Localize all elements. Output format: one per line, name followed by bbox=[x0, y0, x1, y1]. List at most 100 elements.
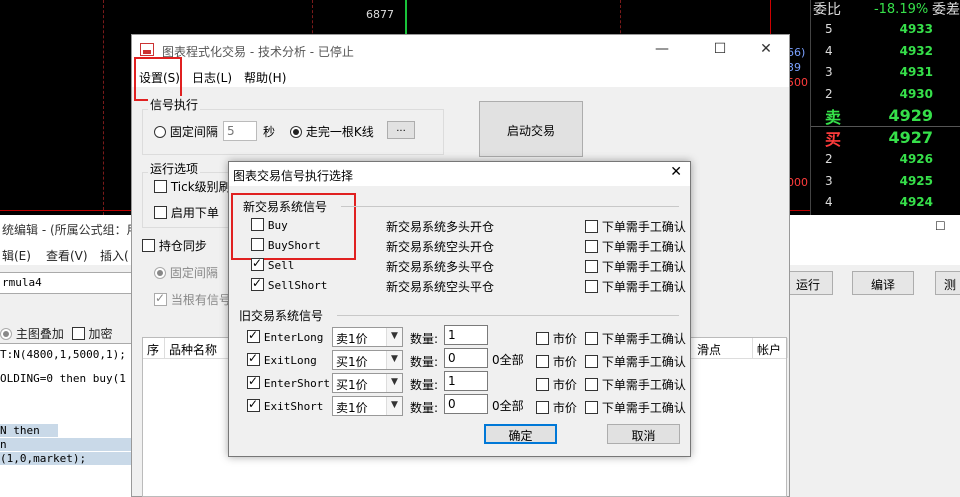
enterlong-checkbox[interactable] bbox=[247, 328, 260, 343]
bid-price: 4927 bbox=[888, 128, 933, 148]
manual-confirm-checkbox[interactable] bbox=[585, 240, 598, 253]
run-button[interactable]: 运行 bbox=[783, 271, 833, 295]
manual-confirm-option[interactable]: 下单需手工确认 bbox=[585, 238, 686, 255]
position-sync-option[interactable]: 持仓同步 bbox=[142, 237, 207, 254]
ask-price: 4931 bbox=[899, 65, 933, 80]
order-ratio-label: 委比 bbox=[813, 2, 841, 18]
close-icon[interactable]: ✕ bbox=[756, 41, 776, 57]
old-signals-label: 旧交易系统信号 bbox=[239, 309, 324, 323]
qty-label: 数量: bbox=[410, 401, 439, 415]
manual-confirm-option[interactable]: 下单需手工确认 bbox=[585, 399, 686, 416]
cancel-button[interactable]: 取消 bbox=[607, 424, 680, 444]
exitlong-qty-input[interactable]: 0 bbox=[444, 348, 488, 368]
manual-confirm-checkbox[interactable] bbox=[585, 220, 598, 233]
current-signal-option[interactable]: 当根有信号 bbox=[154, 291, 231, 308]
signal-buyshort-option[interactable]: BuyShort bbox=[251, 238, 321, 252]
maximize-icon[interactable]: ☐ bbox=[935, 219, 946, 233]
current-signal-label: 当根有信号 bbox=[170, 293, 231, 307]
ok-button[interactable]: 确定 bbox=[484, 424, 557, 444]
manual-confirm-checkbox[interactable] bbox=[585, 378, 598, 391]
manual-confirm-option[interactable]: 下单需手工确认 bbox=[585, 278, 686, 295]
order-book-panel: 委比 -18.19% 委差 5 4933 4 4932 3 4931 2 4930 卖 4… bbox=[810, 0, 960, 231]
section-divider bbox=[337, 315, 679, 316]
signal-sellshort-option[interactable]: SellShort bbox=[251, 276, 327, 292]
enable-order-option[interactable]: 启用下单 bbox=[154, 204, 219, 221]
market-price-checkbox[interactable] bbox=[536, 355, 549, 368]
manual-confirm-checkbox[interactable] bbox=[585, 355, 598, 368]
exitshort-option[interactable]: ExitShort bbox=[247, 397, 324, 413]
exitlong-option[interactable]: ExitLong bbox=[247, 351, 317, 367]
exitshort-price-select[interactable]: 卖1价 ▼ bbox=[332, 396, 403, 416]
current-signal-checkbox[interactable] bbox=[154, 291, 167, 306]
tick-level-option[interactable]: Tick级别刷 bbox=[154, 178, 231, 195]
bid-row: 4 4924 bbox=[811, 192, 960, 214]
manual-confirm-option[interactable]: 下单需手工确认 bbox=[585, 353, 686, 370]
manual-confirm-checkbox[interactable] bbox=[585, 332, 598, 345]
market-price-option[interactable]: 市价 bbox=[536, 330, 577, 347]
fixed-interval-option[interactable]: 固定间隔 bbox=[154, 123, 218, 140]
enable-order-checkbox[interactable] bbox=[154, 206, 167, 219]
entershort-checkbox[interactable] bbox=[247, 374, 260, 389]
market-price-option[interactable]: 市价 bbox=[536, 376, 577, 393]
sync-interval-radio[interactable] bbox=[154, 267, 166, 279]
market-price-checkbox[interactable] bbox=[536, 332, 549, 345]
enterlong-qty-input[interactable]: 1 bbox=[444, 325, 488, 345]
editor-menu-insert[interactable]: 插入( bbox=[100, 247, 129, 264]
encrypt-label: 加密 bbox=[88, 327, 113, 341]
market-price-option[interactable]: 市价 bbox=[536, 353, 577, 370]
market-price-checkbox[interactable] bbox=[536, 378, 549, 391]
signal-buyshort-checkbox[interactable] bbox=[251, 238, 264, 251]
test-button[interactable]: 测 bbox=[935, 271, 960, 295]
entershort-qty-input[interactable]: 1 bbox=[444, 371, 488, 391]
compile-button[interactable]: 编译 bbox=[852, 271, 914, 295]
manual-confirm-option[interactable]: 下单需手工确认 bbox=[585, 376, 686, 393]
minimize-icon[interactable]: — bbox=[652, 41, 672, 57]
after-kline-option[interactable]: 走完一根K线 bbox=[290, 123, 374, 140]
menu-help[interactable]: 帮助(H) bbox=[244, 69, 286, 86]
editor-menu-view[interactable]: 查看(V) bbox=[46, 247, 88, 264]
bid-row: 3 4925 bbox=[811, 170, 960, 192]
start-trading-button[interactable]: 启动交易 bbox=[479, 101, 583, 157]
exitshort-label: ExitShort bbox=[263, 400, 324, 413]
maximize-icon[interactable]: ☐ bbox=[710, 41, 730, 57]
signal-buy-option[interactable]: Buy bbox=[251, 218, 288, 232]
fixed-interval-radio[interactable] bbox=[154, 126, 166, 138]
formula-name-input[interactable]: rmula4 bbox=[0, 272, 132, 294]
exitlong-checkbox[interactable] bbox=[247, 351, 260, 366]
ask-level: 5 bbox=[825, 21, 833, 36]
entershort-price-select[interactable]: 买1价 ▼ bbox=[332, 373, 403, 393]
entershort-option[interactable]: EnterShort bbox=[247, 374, 330, 390]
manual-confirm-label: 下单需手工确认 bbox=[601, 332, 686, 346]
manual-confirm-label: 下单需手工确认 bbox=[601, 401, 686, 415]
manual-confirm-checkbox[interactable] bbox=[585, 280, 598, 293]
tick-level-checkbox[interactable] bbox=[154, 180, 167, 193]
signal-buy-checkbox[interactable] bbox=[251, 218, 264, 231]
after-kline-radio[interactable] bbox=[290, 126, 302, 138]
exitshort-checkbox[interactable] bbox=[247, 397, 260, 412]
sync-interval-option[interactable]: 固定间隔 bbox=[154, 264, 218, 281]
signal-sellshort-checkbox[interactable] bbox=[251, 276, 264, 291]
signal-sell-option[interactable]: Sell bbox=[251, 256, 294, 272]
close-icon[interactable]: ✕ bbox=[670, 164, 682, 180]
menu-log[interactable]: 日志(L) bbox=[192, 69, 232, 86]
signal-sell-checkbox[interactable] bbox=[251, 256, 264, 271]
position-sync-checkbox[interactable] bbox=[142, 239, 155, 252]
editor-menu-edit[interactable]: 辑(E) bbox=[2, 247, 31, 264]
exitshort-qty-input[interactable]: 0 bbox=[444, 394, 488, 414]
exitlong-price-select[interactable]: 买1价 ▼ bbox=[332, 350, 403, 370]
manual-confirm-checkbox[interactable] bbox=[585, 401, 598, 414]
market-price-option[interactable]: 市价 bbox=[536, 399, 577, 416]
manual-confirm-option[interactable]: 下单需手工确认 bbox=[585, 330, 686, 347]
more-button[interactable]: ... bbox=[387, 121, 415, 139]
market-price-checkbox[interactable] bbox=[536, 401, 549, 414]
manual-confirm-option[interactable]: 下单需手工确认 bbox=[585, 218, 686, 235]
main-chart-radio[interactable] bbox=[0, 328, 12, 340]
manual-confirm-checkbox[interactable] bbox=[585, 260, 598, 273]
enterlong-price-select[interactable]: 卖1价 ▼ bbox=[332, 327, 403, 347]
encrypt-checkbox[interactable] bbox=[71, 327, 85, 340]
enterlong-option[interactable]: EnterLong bbox=[247, 328, 323, 344]
code-editor[interactable]: T:N(4800,1,5000,1); OLDING=0 then buy(1 … bbox=[0, 343, 132, 497]
manual-confirm-option[interactable]: 下单需手工确认 bbox=[585, 258, 686, 275]
interval-input[interactable]: 5 bbox=[223, 121, 257, 141]
ask-level: 卖 bbox=[825, 107, 842, 127]
